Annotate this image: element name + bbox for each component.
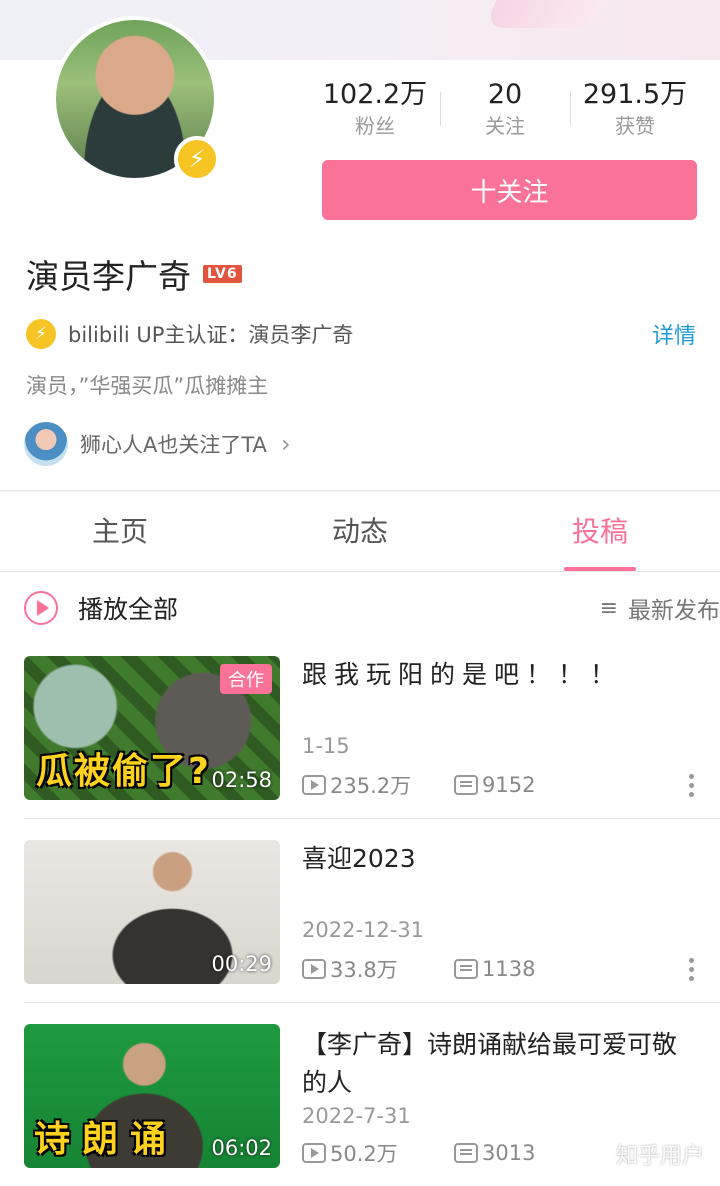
collab-tag: 合作 <box>220 664 272 694</box>
video-thumbnail[interactable]: 00:29 <box>24 840 280 984</box>
video-item[interactable]: 瓜被偷了? 合作 02:58 跟我玩阳的是吧！！！ 1-15 235.2万 91… <box>24 656 696 802</box>
video-title[interactable]: 【李广奇】诗朗诵献给最可爱可敬的人 <box>302 1026 696 1102</box>
name-row: 演员李广奇 LV6 <box>26 250 242 298</box>
username: 演员李广奇 <box>26 257 191 296</box>
banner-decoration <box>483 0 607 28</box>
play-count-icon <box>302 959 326 979</box>
tab-uploads[interactable]: 投稿 <box>480 492 720 571</box>
video-date: 2022-12-31 <box>302 918 425 942</box>
stat-value: 20 <box>487 79 523 110</box>
level-badge: LV6 <box>203 265 242 283</box>
danmaku-count: 9152 <box>454 773 535 797</box>
tab-home[interactable]: 主页 <box>0 492 240 571</box>
stat-value: 102.2万 <box>322 79 428 110</box>
bio: 演员，”华强买瓜”瓜摊摊主 <box>26 374 269 398</box>
video-thumbnail[interactable]: 瓜被偷了? 合作 02:58 <box>24 656 280 800</box>
sort-button[interactable]: ≡ 最新发布 <box>600 591 720 625</box>
video-date: 1-15 <box>302 734 350 758</box>
more-options-icon[interactable] <box>686 957 696 981</box>
video-title[interactable]: 喜迎2023 <box>302 840 696 878</box>
watermark: 知乎用户 <box>615 1144 704 1169</box>
stat-label: 粉丝 <box>355 114 395 138</box>
follow-button[interactable]: 十关注 <box>322 160 697 220</box>
certified-lightning-icon: ⚡ <box>26 319 56 349</box>
lightning-icon: ⚡ <box>174 136 220 182</box>
chevron-right-icon: › <box>280 430 291 458</box>
view-count: 50.2万 <box>302 1138 454 1168</box>
view-count: 33.8万 <box>302 954 454 984</box>
stat-following[interactable]: 20 关注 <box>440 78 570 148</box>
video-date: 2022-7-31 <box>302 1104 411 1128</box>
view-count-value: 33.8万 <box>330 958 398 982</box>
video-meta: 33.8万 1138 <box>302 954 696 984</box>
danmaku-icon <box>454 959 478 979</box>
more-options-icon[interactable] <box>686 773 696 797</box>
cert-detail-link[interactable]: 详情 <box>652 318 696 350</box>
video-duration: 00:29 <box>211 952 272 976</box>
stat-fans[interactable]: 102.2万 粉丝 <box>310 78 440 148</box>
stat-label: 获赞 <box>615 114 655 138</box>
play-all-button[interactable]: 播放全部 <box>78 590 178 626</box>
video-item[interactable]: 00:29 喜迎2023 2022-12-31 33.8万 1138 <box>24 840 696 986</box>
danmaku-icon <box>454 775 478 795</box>
play-all-row: 播放全部 ≡ 最新发布 <box>24 588 720 628</box>
danmaku-count-value: 1138 <box>482 957 536 981</box>
thumbnail-caption: 瓜被偷了? <box>36 751 211 792</box>
danmaku-icon <box>454 1143 478 1163</box>
mutual-follow-row[interactable]: 狮心人A也关注了TA › <box>24 422 291 466</box>
certification-row: ⚡ bilibili UP主认证：演员李广奇 详情 <box>26 316 696 352</box>
danmaku-count-value: 3013 <box>482 1141 536 1165</box>
profile-page: ⚡ 102.2万 粉丝 20 关注 291.5万 获赞 十关注 演员李广奇 LV… <box>0 0 720 1186</box>
danmaku-count: 3013 <box>454 1141 535 1165</box>
view-count-value: 235.2万 <box>330 774 412 798</box>
video-duration: 02:58 <box>211 768 272 792</box>
video-thumbnail[interactable]: 诗朗诵 06:02 <box>24 1024 280 1168</box>
play-count-icon <box>302 775 326 795</box>
stat-label: 关注 <box>485 114 525 138</box>
video-meta: 235.2万 9152 <box>302 770 696 800</box>
stat-likes[interactable]: 291.5万 获赞 <box>570 78 700 148</box>
video-item[interactable]: 诗朗诵 06:02 【李广奇】诗朗诵献给最可爱可敬的人 2022-7-31 50… <box>24 1024 696 1170</box>
view-count-value: 50.2万 <box>330 1142 398 1166</box>
danmaku-count: 1138 <box>454 957 535 981</box>
stat-value: 291.5万 <box>582 79 688 110</box>
mutual-avatar <box>24 422 68 466</box>
tab-dynamics[interactable]: 动态 <box>240 492 480 571</box>
thumbnail-caption: 诗朗诵 <box>34 1119 179 1160</box>
play-count-icon <box>302 1143 326 1163</box>
list-divider <box>24 1002 720 1003</box>
video-duration: 06:02 <box>211 1136 272 1160</box>
view-count: 235.2万 <box>302 770 454 800</box>
tab-bar: 主页 动态 投稿 <box>0 492 720 572</box>
mutual-follow-text: 狮心人A也关注了TA <box>80 433 267 457</box>
list-divider <box>24 818 720 819</box>
play-circle-icon[interactable] <box>24 591 58 625</box>
certification-text: bilibili UP主认证：演员李广奇 <box>68 323 354 347</box>
video-title[interactable]: 跟我玩阳的是吧！！！ <box>302 656 696 694</box>
sort-label: 最新发布 <box>628 598 720 624</box>
list-icon: ≡ <box>599 595 618 621</box>
danmaku-count-value: 9152 <box>482 773 536 797</box>
stats-bar: 102.2万 粉丝 20 关注 291.5万 获赞 <box>310 78 700 148</box>
